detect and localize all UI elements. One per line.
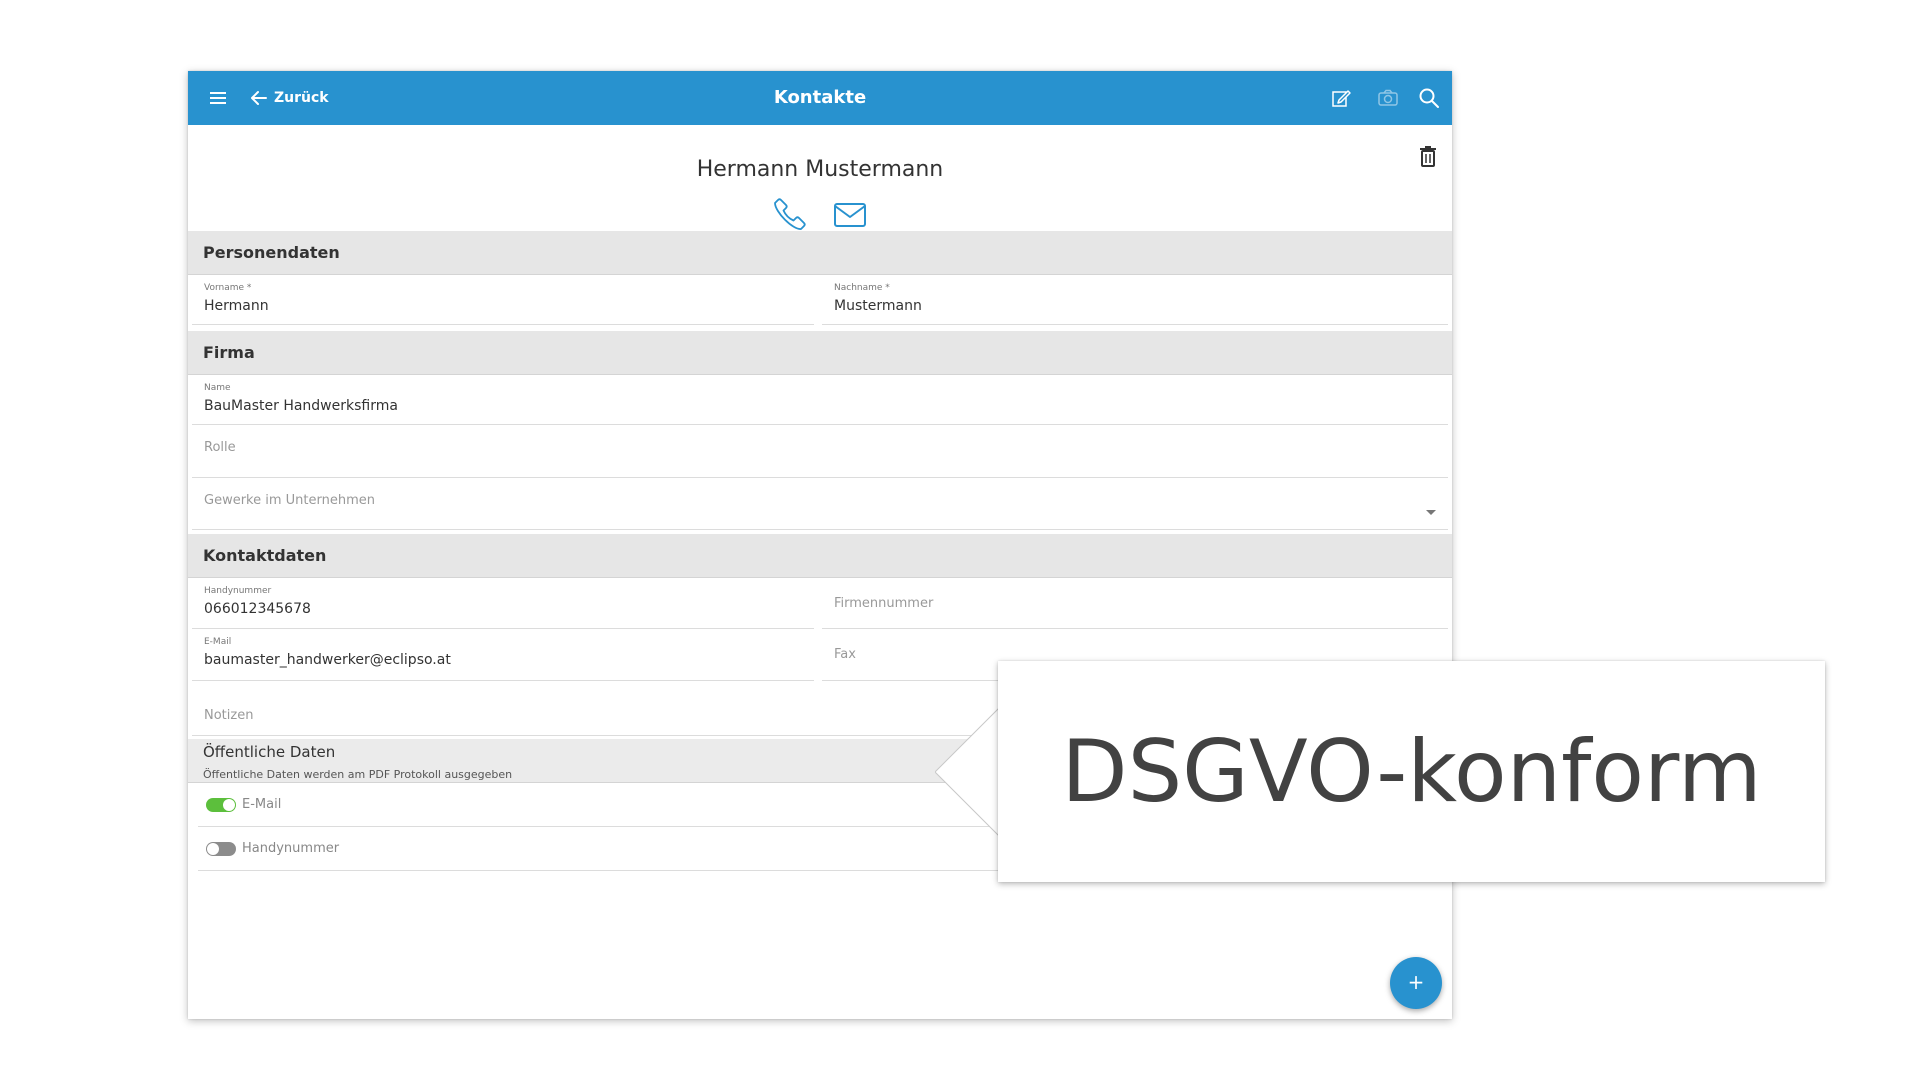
back-button[interactable]: Zurück — [250, 85, 329, 111]
arrow-left-icon — [251, 91, 267, 105]
fax-placeholder: Fax — [834, 647, 856, 662]
mobile-field[interactable]: Handynummer 066012345678 — [192, 578, 814, 629]
section-kontaktdaten: Kontaktdaten — [188, 534, 1452, 578]
email-label: E-Mail — [204, 637, 232, 647]
mobile-toggle[interactable] — [206, 842, 236, 856]
company-phone-field[interactable]: Firmennummer — [822, 578, 1448, 629]
trash-icon[interactable] — [1418, 145, 1438, 167]
lastname-label: Nachname * — [834, 283, 890, 293]
firstname-value: Hermann — [204, 298, 269, 314]
callout-pointer — [935, 706, 1001, 838]
back-button-label: Zurück — [274, 90, 329, 106]
notes-placeholder: Notizen — [204, 708, 254, 723]
page-title: Kontakte — [773, 87, 867, 108]
section-personendaten: Personendaten — [188, 231, 1452, 275]
chevron-down-icon — [1426, 510, 1436, 515]
menu-icon[interactable] — [208, 87, 230, 109]
callout-text: DSGVO-konform — [1061, 721, 1762, 822]
top-app-bar: Zurück Kontakte — [188, 71, 1452, 125]
email-field[interactable]: E-Mail baumaster_handwerker@eclipso.at — [192, 629, 814, 681]
plus-icon: + — [1407, 970, 1425, 994]
section-subtitle: Öffentliche Daten werden am PDF Protokol… — [203, 768, 513, 781]
toggle-label: E-Mail — [242, 797, 282, 812]
mobile-value: 066012345678 — [204, 601, 311, 617]
section-title: Firma — [203, 343, 255, 362]
section-title: Personendaten — [203, 243, 340, 262]
company-phone-placeholder: Firmennummer — [834, 596, 934, 611]
company-name-field[interactable]: Name BauMaster Handwerksfirma — [192, 375, 1448, 425]
trades-select[interactable]: Gewerke im Unternehmen — [192, 478, 1448, 530]
mail-icon[interactable] — [833, 201, 867, 229]
company-name-value: BauMaster Handwerksfirma — [204, 398, 398, 414]
contact-name: Hermann Mustermann — [696, 157, 944, 182]
firstname-label: Vorname * — [204, 283, 252, 293]
email-toggle[interactable] — [206, 798, 236, 812]
lastname-value: Mustermann — [834, 298, 922, 314]
firstname-field[interactable]: Vorname * Hermann — [192, 275, 814, 325]
toggle-label: Handynummer — [242, 841, 340, 856]
trades-placeholder: Gewerke im Unternehmen — [204, 493, 375, 508]
role-field[interactable]: Rolle — [192, 425, 1448, 478]
section-firma: Firma — [188, 331, 1452, 375]
email-value: baumaster_handwerker@eclipso.at — [204, 652, 451, 668]
phone-icon[interactable] — [773, 197, 807, 231]
add-button[interactable]: + — [1390, 957, 1442, 1009]
section-title: Öffentliche Daten — [203, 743, 336, 761]
lastname-field[interactable]: Nachname * Mustermann — [822, 275, 1448, 325]
camera-icon[interactable] — [1377, 87, 1399, 109]
company-name-label: Name — [204, 383, 231, 393]
section-title: Kontaktdaten — [203, 546, 327, 565]
mobile-label: Handynummer — [204, 586, 272, 596]
edit-icon[interactable] — [1330, 87, 1352, 109]
feature-callout: DSGVO-konform — [998, 661, 1825, 882]
role-placeholder: Rolle — [204, 440, 236, 455]
search-icon[interactable] — [1418, 87, 1440, 109]
